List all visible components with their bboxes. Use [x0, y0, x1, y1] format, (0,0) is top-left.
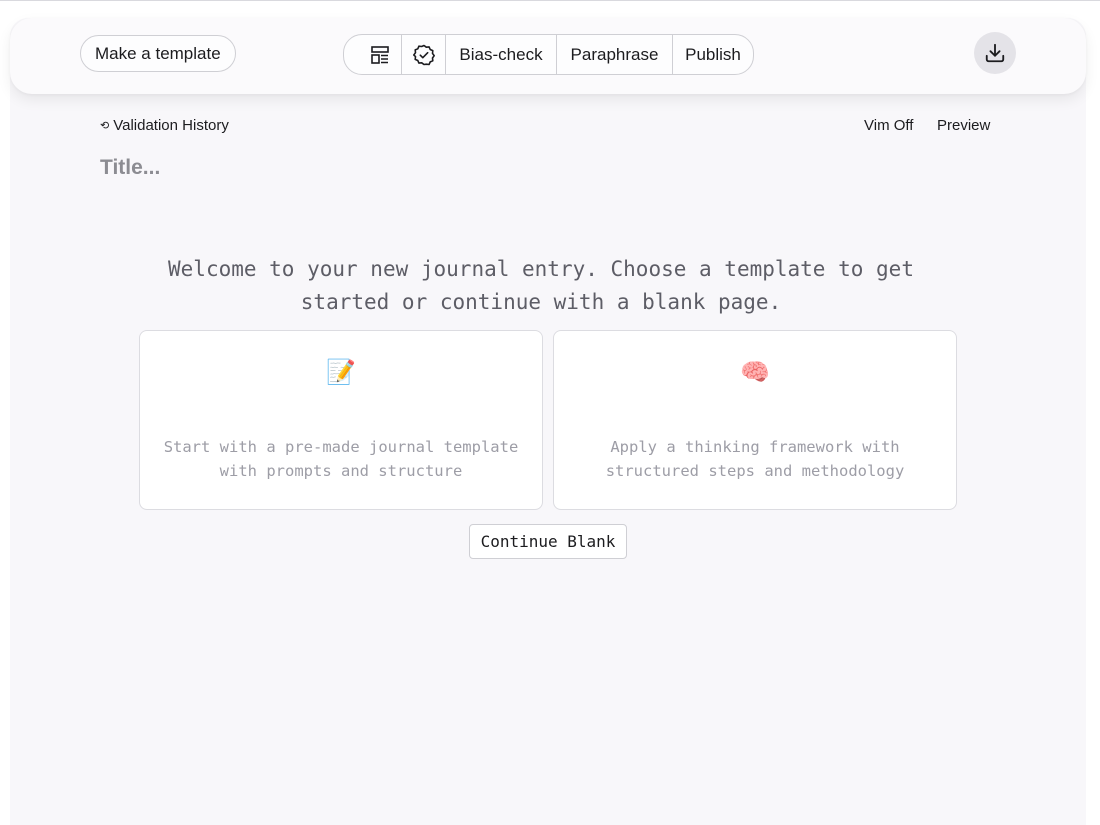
framework-card[interactable]: 🧠 Apply a thinking framework with struct…: [553, 330, 957, 510]
bias-check-button[interactable]: Bias-check: [445, 35, 556, 74]
template-card[interactable]: 📝 Start with a pre-made journal template…: [139, 330, 543, 510]
window-top-border: [0, 0, 1100, 1]
paraphrase-button[interactable]: Paraphrase: [556, 35, 672, 74]
validation-history-link[interactable]: ⟲ Validation History: [100, 117, 229, 134]
top-toolbar: Make a template Bias-check Paraphrase Pu…: [10, 18, 1086, 94]
brain-icon: 🧠: [740, 359, 770, 386]
download-button[interactable]: [974, 32, 1016, 74]
continue-blank-button[interactable]: Continue Blank: [469, 524, 627, 559]
make-template-button[interactable]: Make a template: [80, 35, 236, 72]
verify-button[interactable]: [401, 35, 445, 74]
preview-button[interactable]: Preview: [937, 117, 990, 134]
history-icon: ⟲: [100, 120, 110, 132]
layout-template-button[interactable]: [344, 35, 401, 74]
badge-check-icon: [412, 44, 435, 65]
layout-template-icon: [370, 45, 389, 64]
tool-button-group: Bias-check Paraphrase Publish: [343, 34, 754, 75]
vim-toggle[interactable]: Vim Off: [864, 117, 913, 134]
framework-card-description: Apply a thinking framework with structur…: [605, 438, 905, 480]
download-icon: [985, 43, 1005, 63]
publish-button[interactable]: Publish: [672, 35, 753, 74]
title-input[interactable]: Title...: [100, 156, 600, 180]
template-card-description: Start with a pre-made journal template w…: [163, 438, 519, 480]
validation-history-label: Validation History: [113, 117, 229, 134]
memo-icon: 📝: [326, 359, 356, 386]
welcome-message: Welcome to your new journal entry. Choos…: [168, 257, 914, 314]
